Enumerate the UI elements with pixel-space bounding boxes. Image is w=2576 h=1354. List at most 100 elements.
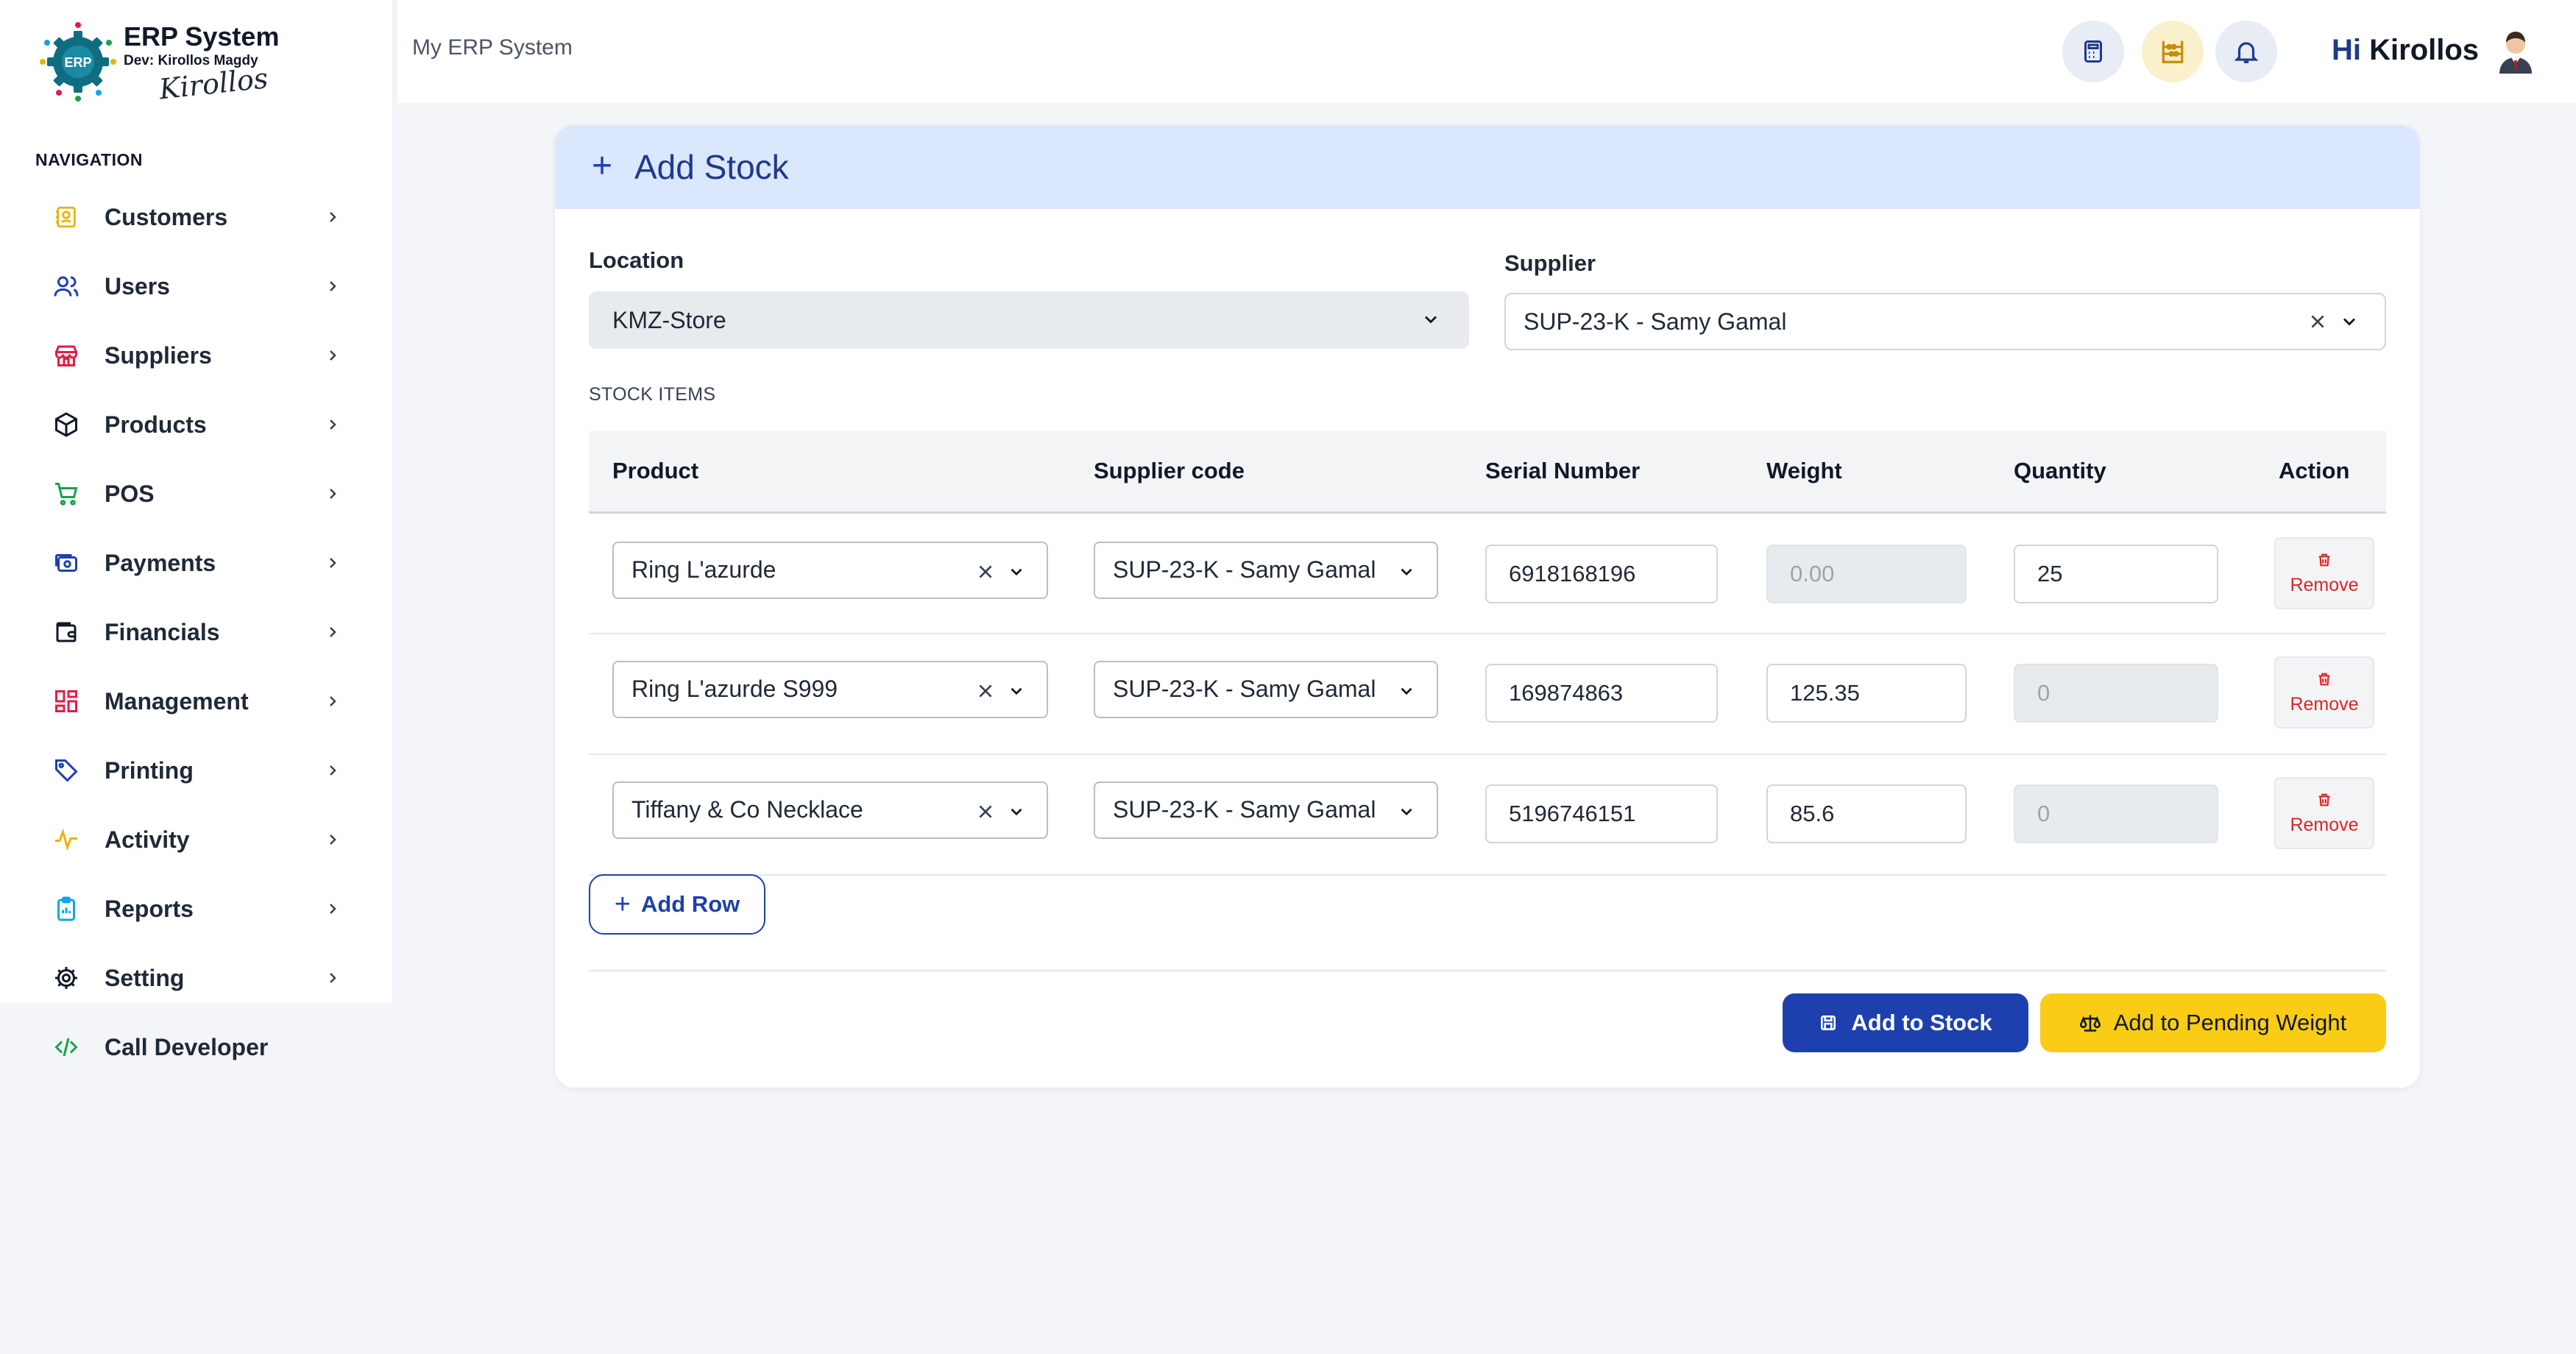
remove-label: Remove (2290, 814, 2359, 835)
clear-icon[interactable] (2308, 312, 2327, 331)
quantity-input[interactable]: 25 (2014, 545, 2218, 603)
avatar[interactable] (2497, 26, 2535, 74)
weight-input[interactable]: 125.35 (1766, 664, 1967, 723)
table-row: Ring L'azurde SUP-23-K - Samy Gamal 6918… (589, 514, 2386, 634)
chevron-down-icon[interactable] (1007, 562, 1026, 581)
product-select[interactable]: Tiffany & Co Necklace (612, 781, 1048, 839)
divider (589, 970, 2386, 971)
product-value: Ring L'azurde (631, 556, 776, 583)
product-value: Tiffany & Co Necklace (631, 796, 863, 823)
sidebar-item-call-developer[interactable]: Call Developer (0, 1013, 392, 1082)
app-title: ERP System (124, 21, 280, 52)
chevron-right-icon (330, 212, 336, 222)
notifications-button[interactable] (2215, 21, 2277, 82)
calculator-button[interactable] (2062, 21, 2124, 82)
sidebar-item-label: Payments (105, 549, 216, 576)
sidebar-item-label: Management (105, 687, 249, 715)
supplier-code-select[interactable]: SUP-23-K - Samy Gamal (1094, 542, 1438, 599)
code-icon (52, 1032, 81, 1062)
erp-gear-logo-icon: ERP (37, 21, 119, 103)
chevron-right-icon (330, 973, 336, 983)
clipboard-icon (52, 894, 81, 924)
chevron-right-icon (330, 696, 336, 706)
sidebar-item-label: Users (105, 272, 170, 299)
wallet-icon (52, 617, 81, 647)
chevron-down-icon[interactable] (1007, 802, 1026, 821)
sidebar-item-reports[interactable]: Reports (0, 874, 392, 943)
sidebar-item-financials[interactable]: Financials (0, 598, 392, 667)
chevron-down-icon[interactable] (2339, 311, 2360, 332)
chevron-down-icon[interactable] (1007, 681, 1026, 701)
serial-number-input[interactable]: 6918168196 (1485, 545, 1718, 603)
table-header: Product Supplier code Serial Number Weig… (589, 431, 2386, 514)
table-row: Ring L'azurde S999 SUP-23-K - Samy Gamal… (589, 634, 2386, 755)
sidebar-item-customers[interactable]: Customers (0, 182, 392, 252)
abacus-button[interactable] (2142, 21, 2204, 82)
page-title: Add Stock (634, 148, 789, 186)
chevron-right-icon (330, 904, 336, 914)
sidebar-item-pos[interactable]: POS (0, 459, 392, 528)
serial-number-input[interactable]: 5196746151 (1485, 784, 1718, 843)
clear-icon[interactable] (976, 681, 995, 701)
supplier-code-value: SUP-23-K - Samy Gamal (1113, 556, 1376, 583)
quantity-input: 0 (2014, 784, 2218, 843)
sidebar-item-payments[interactable]: Payments (0, 528, 392, 598)
save-icon (1819, 1013, 1838, 1032)
contacts-icon (52, 202, 81, 232)
supplier-value: SUP-23-K - Samy Gamal (1524, 308, 1787, 335)
product-select[interactable]: Ring L'azurde (612, 542, 1048, 599)
sidebar-item-label: Reports (105, 895, 194, 922)
bell-icon (2234, 42, 2259, 63)
supplier-code-select[interactable]: SUP-23-K - Samy Gamal (1094, 661, 1438, 718)
location-value: KMZ-Store (612, 306, 726, 333)
chevron-right-icon (330, 350, 336, 361)
sidebar-item-label: POS (105, 480, 155, 507)
sidebar-item-users[interactable]: Users (0, 252, 392, 321)
remove-label: Remove (2290, 574, 2359, 595)
add-to-pending-weight-button[interactable]: Add to Pending Weight (2040, 993, 2386, 1052)
sidebar-item-setting[interactable]: Setting (0, 943, 392, 1013)
scale-icon (2079, 1013, 2101, 1033)
remove-label: Remove (2290, 693, 2359, 715)
table-row: Tiffany & Co Necklace SUP-23-K - Samy Ga… (589, 755, 2386, 876)
product-value: Ring L'azurde S999 (631, 676, 838, 702)
chevron-down-icon[interactable] (1397, 802, 1416, 821)
sidebar-item-management[interactable]: Management (0, 667, 392, 736)
sidebar-item-label: Suppliers (105, 341, 212, 369)
sidebar-item-printing[interactable]: Printing (0, 736, 392, 805)
sidebar-item-suppliers[interactable]: Suppliers (0, 321, 392, 390)
clear-icon[interactable] (976, 562, 995, 581)
supplier-select[interactable]: SUP-23-K - Samy Gamal (1504, 293, 2386, 350)
plus-icon: + (592, 146, 613, 185)
weight-input[interactable]: 85.6 (1766, 784, 1967, 843)
sidebar-item-activity[interactable]: Activity (0, 805, 392, 874)
chevron-right-icon (330, 489, 336, 499)
tag-icon (52, 756, 81, 785)
remove-row-button[interactable]: Remove (2274, 656, 2374, 729)
add-to-pending-weight-label: Add to Pending Weight (2113, 1010, 2347, 1035)
chevron-down-icon (1424, 316, 1437, 324)
remove-row-button[interactable]: Remove (2274, 777, 2374, 849)
supplier-label: Supplier (1504, 250, 1596, 276)
chevron-down-icon[interactable] (1397, 562, 1416, 581)
add-to-stock-button[interactable]: Add to Stock (1783, 993, 2028, 1052)
chevron-right-icon (330, 558, 336, 568)
sidebar-item-label: Printing (105, 756, 194, 784)
card-header: + Add Stock (555, 125, 2420, 209)
product-select[interactable]: Ring L'azurde S999 (612, 661, 1048, 718)
location-select[interactable]: KMZ-Store (589, 291, 1469, 349)
chevron-right-icon (330, 765, 336, 776)
remove-row-button[interactable]: Remove (2274, 537, 2374, 609)
app-logo[interactable]: ERP ERP System Dev: Kirollos Magdy Kirol… (37, 21, 280, 105)
payment-icon (52, 548, 81, 578)
trash-icon (2318, 673, 2330, 685)
supplier-code-select[interactable]: SUP-23-K - Samy Gamal (1094, 781, 1438, 839)
add-row-label: Add Row (640, 891, 740, 917)
serial-number-input[interactable]: 169874863 (1485, 664, 1718, 723)
column-header: Weight (1766, 458, 1842, 483)
chevron-down-icon[interactable] (1397, 681, 1416, 701)
clear-icon[interactable] (976, 802, 995, 821)
add-row-button[interactable]: + Add Row (589, 874, 765, 935)
store-icon (52, 341, 81, 370)
sidebar-item-products[interactable]: Products (0, 390, 392, 459)
